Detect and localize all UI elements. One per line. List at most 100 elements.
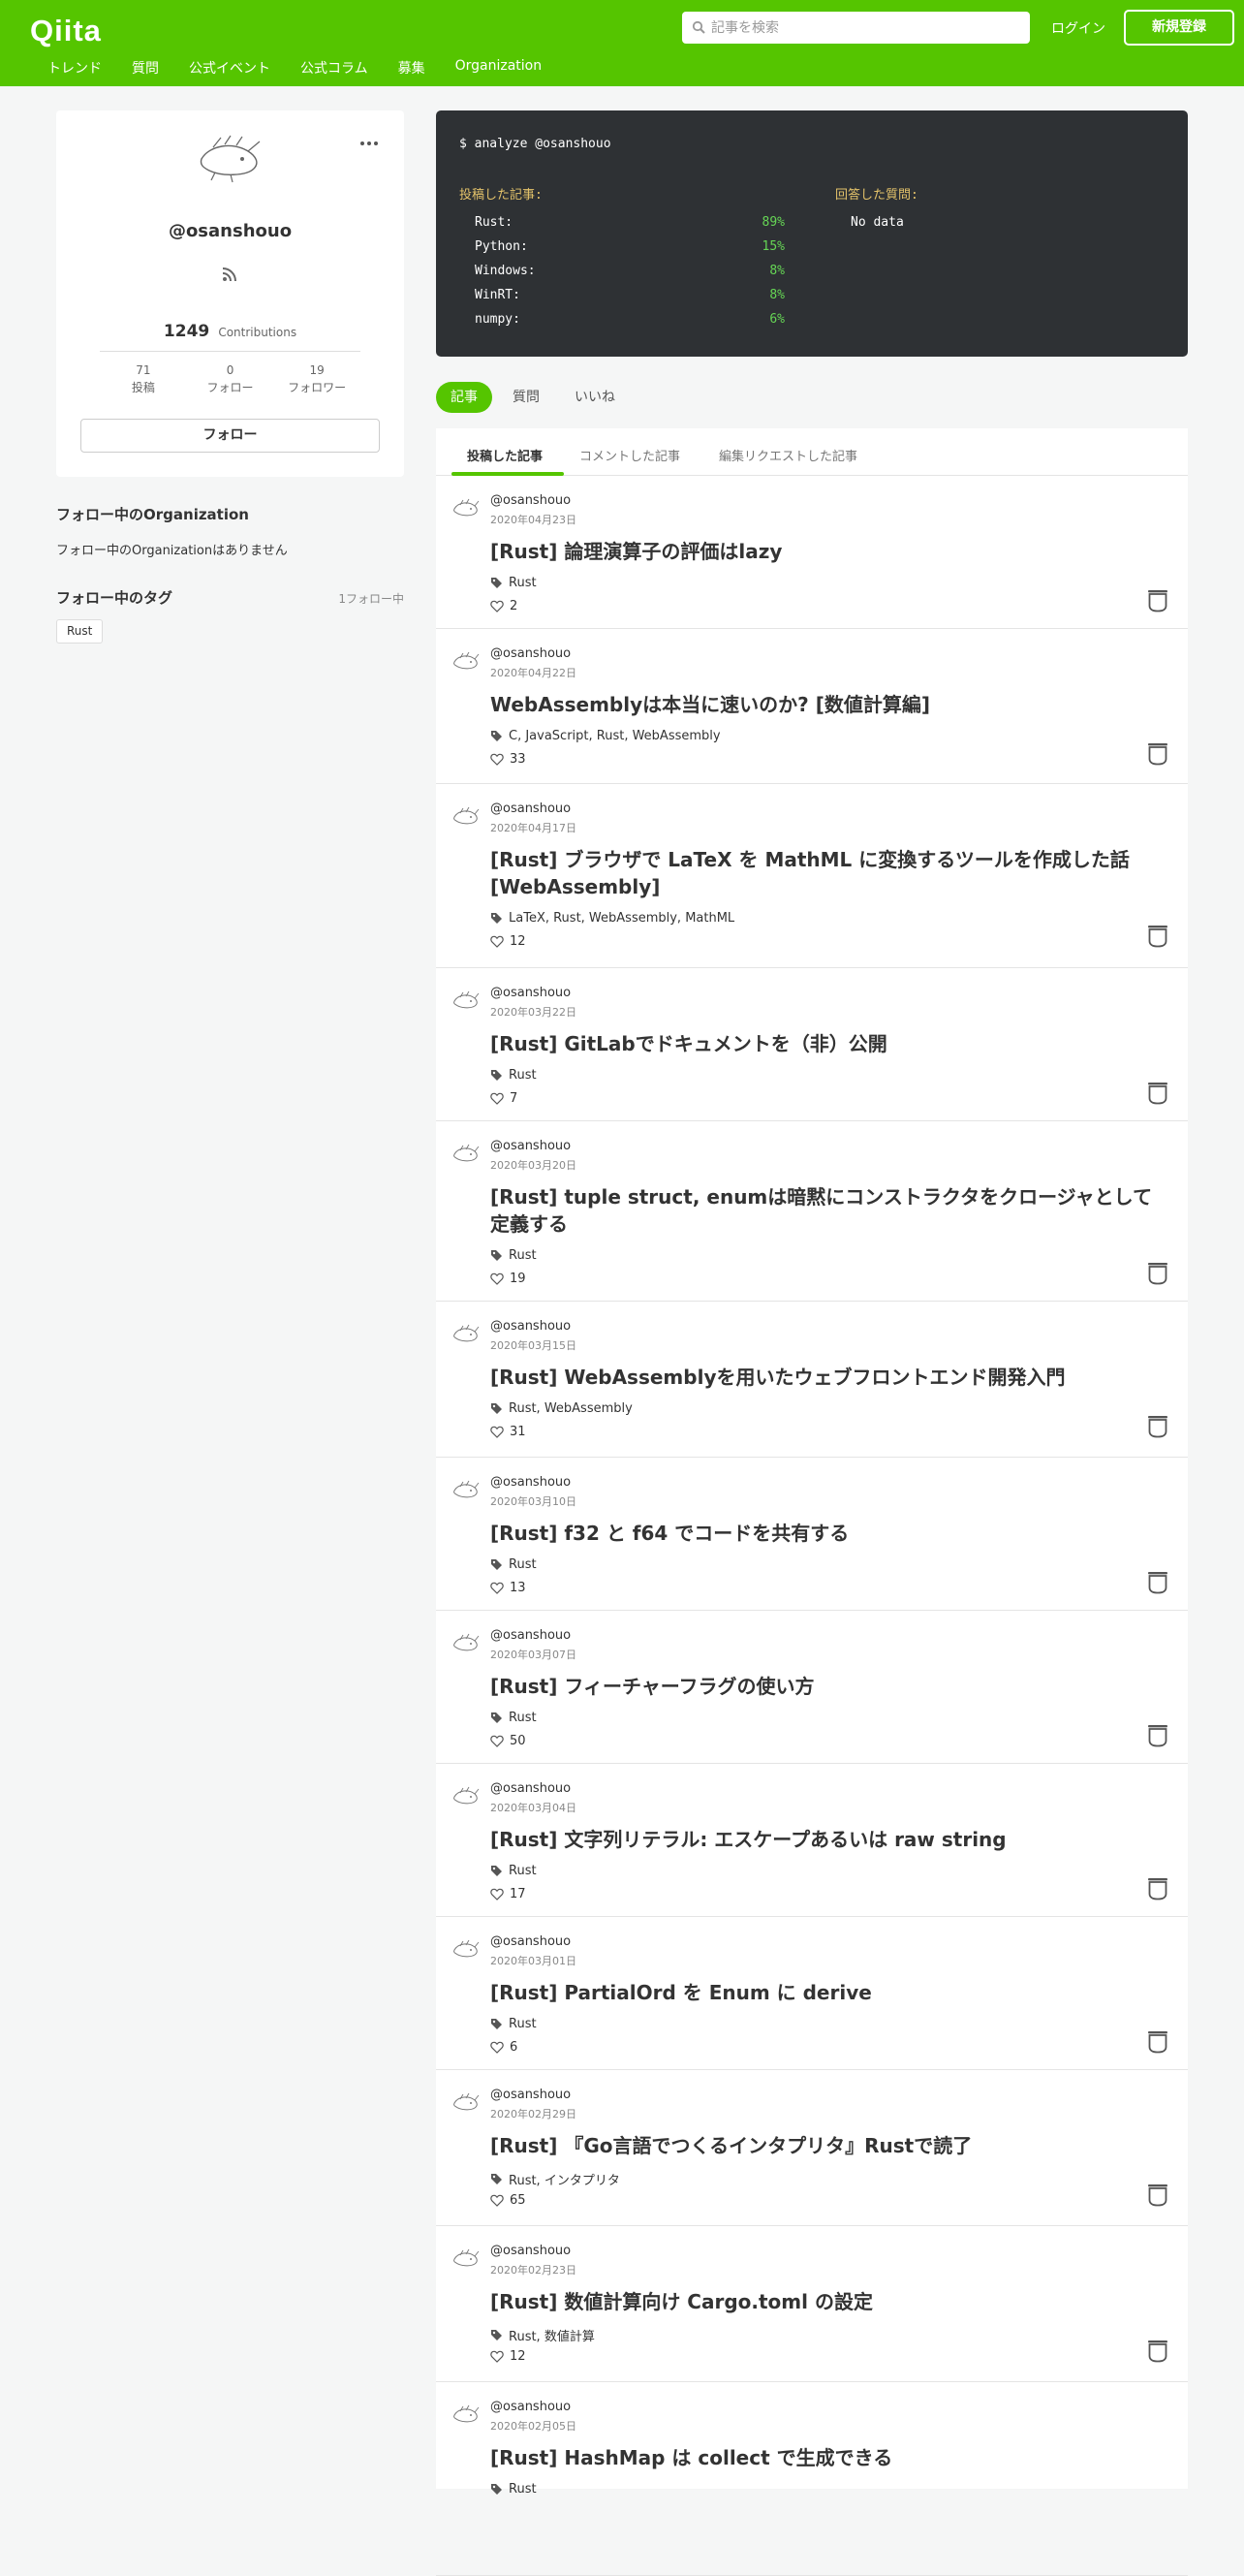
article-tags: Rust, WebAssembly	[490, 1401, 633, 1416]
more-icon[interactable]	[359, 140, 379, 147]
tab-articles[interactable]: 記事	[436, 382, 492, 413]
article-author[interactable]: @osanshouo	[490, 1781, 571, 1796]
article-title[interactable]: [Rust] 論理演算子の評価はlazy	[490, 538, 1168, 565]
stat-followers[interactable]: 19 フォロワー	[273, 361, 360, 396]
nav-recruit[interactable]: 募集	[398, 58, 425, 78]
search-input[interactable]	[711, 12, 1021, 44]
login-link[interactable]: ログイン	[1051, 18, 1105, 38]
article-title[interactable]: WebAssemblyは本当に速いのか? [数値計算編]	[490, 691, 1168, 718]
author-avatar[interactable]	[451, 497, 481, 518]
nav-events[interactable]: 公式イベント	[189, 58, 270, 78]
article-title[interactable]: [Rust] 数値計算向け Cargo.toml の設定	[490, 2288, 1168, 2315]
article-title[interactable]: [Rust] 文字列リテラル: エスケープあるいは raw string	[490, 1826, 1168, 1853]
article-author[interactable]: @osanshouo	[490, 2088, 571, 2102]
stock-icon[interactable]	[1147, 2030, 1168, 2054]
article-tags: LaTeX, Rust, WebAssembly, MathML	[490, 911, 734, 926]
signup-button[interactable]: 新規登録	[1124, 10, 1234, 46]
author-avatar[interactable]	[451, 1632, 481, 1653]
article-tag-list[interactable]: LaTeX, Rust, WebAssembly, MathML	[509, 911, 734, 926]
article-author[interactable]: @osanshouo	[490, 1319, 571, 1334]
article-tag-list[interactable]: Rust, 数値計算	[509, 2326, 595, 2344]
like-count: 19	[510, 1272, 526, 1286]
stock-icon[interactable]	[1147, 2183, 1168, 2207]
article-author[interactable]: @osanshouo	[490, 1139, 571, 1153]
followed-tag-rust[interactable]: Rust	[56, 619, 104, 644]
author-avatar[interactable]	[451, 650, 481, 672]
qiita-logo[interactable]: Qiita	[30, 14, 102, 48]
article-author[interactable]: @osanshouo	[490, 986, 571, 1000]
author-avatar[interactable]	[451, 1323, 481, 1344]
tab-likes[interactable]: いいね	[560, 382, 630, 413]
article-item: @osanshouo 2020年02月29日 [Rust] 『Go言語でつくるインタ…	[436, 2070, 1188, 2226]
article-author[interactable]: @osanshouo	[490, 1628, 571, 1643]
search-box[interactable]	[682, 12, 1030, 44]
article-date: 2020年03月22日	[490, 1006, 576, 1019]
subtab-commented[interactable]: コメントした記事	[579, 446, 680, 464]
article-tag-list[interactable]: Rust	[509, 1557, 537, 1572]
article-likes: 31	[490, 1425, 526, 1439]
article-title[interactable]: [Rust] 『Go言語でつくるインタプリタ』Rustで読了	[490, 2132, 1168, 2159]
article-author[interactable]: @osanshouo	[490, 2400, 571, 2414]
article-title[interactable]: [Rust] WebAssemblyを用いたウェブフロントエンド開発入門	[490, 1364, 1168, 1391]
following-tags-count[interactable]: 1フォロー中	[329, 590, 404, 607]
stock-icon[interactable]	[1147, 925, 1168, 948]
author-avatar[interactable]	[451, 1785, 481, 1806]
article-tag-list[interactable]: Rust	[509, 1711, 537, 1725]
article-tag-list[interactable]: Rust	[509, 1248, 537, 1263]
stock-icon[interactable]	[1147, 589, 1168, 613]
article-tag-list[interactable]: C, JavaScript, Rust, WebAssembly	[509, 729, 721, 743]
article-tag-list[interactable]: Rust	[509, 1068, 537, 1083]
article-title[interactable]: [Rust] tuple struct, enumは暗黙にコンストラクタをクロー…	[490, 1183, 1168, 1238]
nav-trend[interactable]: トレンド	[47, 58, 102, 78]
article-title[interactable]: [Rust] GitLabでドキュメントを（非）公開	[490, 1030, 1168, 1057]
global-header: Qiita ログイン 新規登録 トレンド 質問 公式イベント 公式コラム 募集 …	[0, 0, 1244, 86]
article-tag-list[interactable]: Rust	[509, 2482, 537, 2497]
avatar	[200, 135, 261, 183]
article-tag-list[interactable]: Rust, WebAssembly	[509, 1401, 633, 1416]
article-title[interactable]: [Rust] ブラウザで LaTeX を MathML に変換するツールを作成し…	[490, 846, 1168, 900]
nav-organization[interactable]: Organization	[455, 58, 543, 78]
article-tag-list[interactable]: Rust, インタプリタ	[509, 2170, 620, 2188]
follow-button[interactable]: フォロー	[80, 419, 380, 453]
stat-following[interactable]: 0 フォロー	[187, 361, 274, 396]
article-author[interactable]: @osanshouo	[490, 646, 571, 661]
article-tag-list[interactable]: Rust	[509, 2017, 537, 2031]
author-avatar[interactable]	[451, 990, 481, 1011]
article-title[interactable]: [Rust] PartialOrd を Enum に derive	[490, 1979, 1168, 2006]
stock-icon[interactable]	[1147, 2340, 1168, 2363]
nav-questions[interactable]: 質問	[132, 58, 159, 78]
subtab-posted[interactable]: 投稿した記事	[467, 446, 543, 464]
language-row: Windows: 8%	[475, 264, 785, 278]
author-avatar[interactable]	[451, 2091, 481, 2113]
stock-icon[interactable]	[1147, 1877, 1168, 1901]
stock-icon[interactable]	[1147, 1571, 1168, 1594]
article-author[interactable]: @osanshouo	[490, 1934, 571, 1949]
author-avatar[interactable]	[451, 805, 481, 827]
article-author[interactable]: @osanshouo	[490, 2244, 571, 2258]
article-author[interactable]: @osanshouo	[490, 1475, 571, 1490]
author-avatar[interactable]	[451, 1479, 481, 1500]
tag-icon	[491, 731, 502, 741]
stock-icon[interactable]	[1147, 1262, 1168, 1285]
article-title[interactable]: [Rust] f32 と f64 でコードを共有する	[490, 1520, 1168, 1547]
article-tag-list[interactable]: Rust	[509, 576, 537, 590]
author-avatar[interactable]	[451, 1938, 481, 1960]
article-author[interactable]: @osanshouo	[490, 801, 571, 816]
author-avatar[interactable]	[451, 2403, 481, 2425]
stock-icon[interactable]	[1147, 742, 1168, 766]
tab-questions[interactable]: 質問	[498, 382, 554, 413]
nav-columns[interactable]: 公式コラム	[300, 58, 368, 78]
article-title[interactable]: [Rust] フィーチャーフラグの使い方	[490, 1673, 1168, 1700]
rss-icon[interactable]	[222, 267, 237, 282]
language-name: WinRT:	[475, 288, 520, 302]
stock-icon[interactable]	[1147, 1415, 1168, 1438]
stock-icon[interactable]	[1147, 1082, 1168, 1105]
article-title[interactable]: [Rust] HashMap は collect で生成できる	[490, 2444, 1168, 2471]
article-tag-list[interactable]: Rust	[509, 1864, 537, 1878]
subtab-edit-requests[interactable]: 編集リクエストした記事	[719, 446, 857, 464]
stock-icon[interactable]	[1147, 1724, 1168, 1747]
stat-posts[interactable]: 71 投稿	[100, 361, 187, 396]
author-avatar[interactable]	[451, 1143, 481, 1164]
author-avatar[interactable]	[451, 2247, 481, 2269]
article-author[interactable]: @osanshouo	[490, 493, 571, 508]
